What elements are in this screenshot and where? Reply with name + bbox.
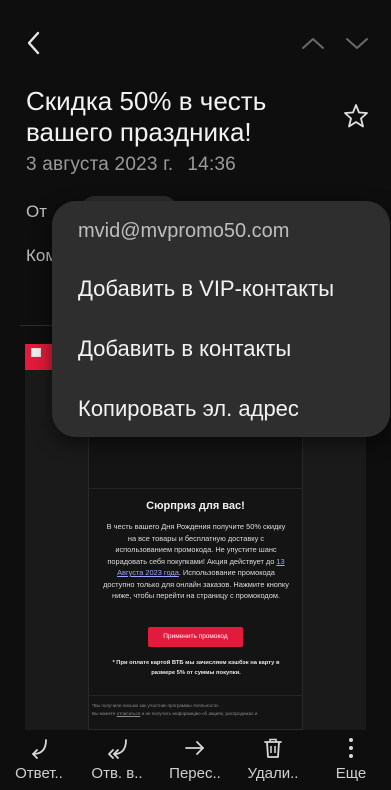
reply-icon xyxy=(32,739,47,759)
date-text: 3 августа 2023 г. xyxy=(26,154,174,175)
promo-text: В честь вашего Дня Рождения получите 50%… xyxy=(103,521,289,602)
reply-all-button[interactable]: Отв. в.. xyxy=(78,730,156,790)
reply-label: Ответ.. xyxy=(15,765,63,782)
footer-line-1: *Вы получили письмо как участник програм… xyxy=(92,703,220,708)
delete-button[interactable]: Удали.. xyxy=(234,730,312,790)
email-date: 3 августа 2023 г. 14:36 xyxy=(26,154,236,176)
unsubscribe-link[interactable]: отписаться xyxy=(117,711,141,716)
promo-text-part1: В честь вашего Дня Рождения получите 50%… xyxy=(106,522,286,566)
bottom-action-bar: Ответ.. Отв. в.. Перес.. Удали.. Еще xyxy=(0,730,391,790)
forward-label: Перес.. xyxy=(169,765,221,782)
from-label: От xyxy=(26,202,48,221)
top-bar xyxy=(0,0,391,88)
footer-line-2: Вы можете отписаться и не получать инфор… xyxy=(92,710,297,718)
promo-divider xyxy=(89,695,302,696)
trash-icon xyxy=(264,738,282,758)
menu-item-add-vip[interactable]: Добавить в VIP-контакты xyxy=(78,276,334,302)
promo-card: Сюрприз для вас! В честь вашего Дня Рожд… xyxy=(88,436,303,730)
email-subject: Скидка 50% в честь вашего праздника! xyxy=(26,86,267,147)
more-vertical-icon xyxy=(349,738,353,758)
more-label: Еще xyxy=(335,765,367,782)
menu-item-copy-address[interactable]: Копировать эл. адрес xyxy=(78,396,299,422)
apply-promo-button[interactable]: Применить промокод xyxy=(148,627,243,647)
broken-image-icon xyxy=(31,348,41,357)
reply-button[interactable]: Ответ.. xyxy=(0,730,78,790)
forward-button[interactable]: Перес.. xyxy=(156,730,234,790)
star-icon[interactable] xyxy=(342,102,370,130)
reply-all-label: Отв. в.. xyxy=(91,765,143,782)
delete-label: Удали.. xyxy=(247,765,299,782)
promo-image-area xyxy=(89,437,302,489)
promo-footer: *Вы получили письмо как участник програм… xyxy=(92,702,297,718)
more-button[interactable]: Еще xyxy=(312,730,390,790)
promo-title: Сюрприз для вас! xyxy=(146,500,245,512)
footer-text-b: и не получать информацию об акциях, расп… xyxy=(140,711,258,716)
reply-all-icon xyxy=(108,739,127,759)
chevron-up-icon[interactable] xyxy=(298,30,328,56)
chevron-down-icon[interactable] xyxy=(342,30,372,56)
menu-item-add-contact[interactable]: Добавить в контакты xyxy=(78,336,291,362)
sender-email: mvid@mvpromo50.com xyxy=(78,220,290,242)
forward-icon xyxy=(185,741,204,755)
cashback-note: * При оплате картой ВТБ мы зачисляем кэш… xyxy=(112,660,280,676)
sender-context-menu: mvid@mvpromo50.com Добавить в VIP-контак… xyxy=(52,201,390,437)
footer-text-a: Вы можете xyxy=(92,711,117,716)
brand-header-strip xyxy=(25,344,55,370)
chevron-left-icon[interactable] xyxy=(20,28,50,58)
time-text: 14:36 xyxy=(187,154,236,175)
